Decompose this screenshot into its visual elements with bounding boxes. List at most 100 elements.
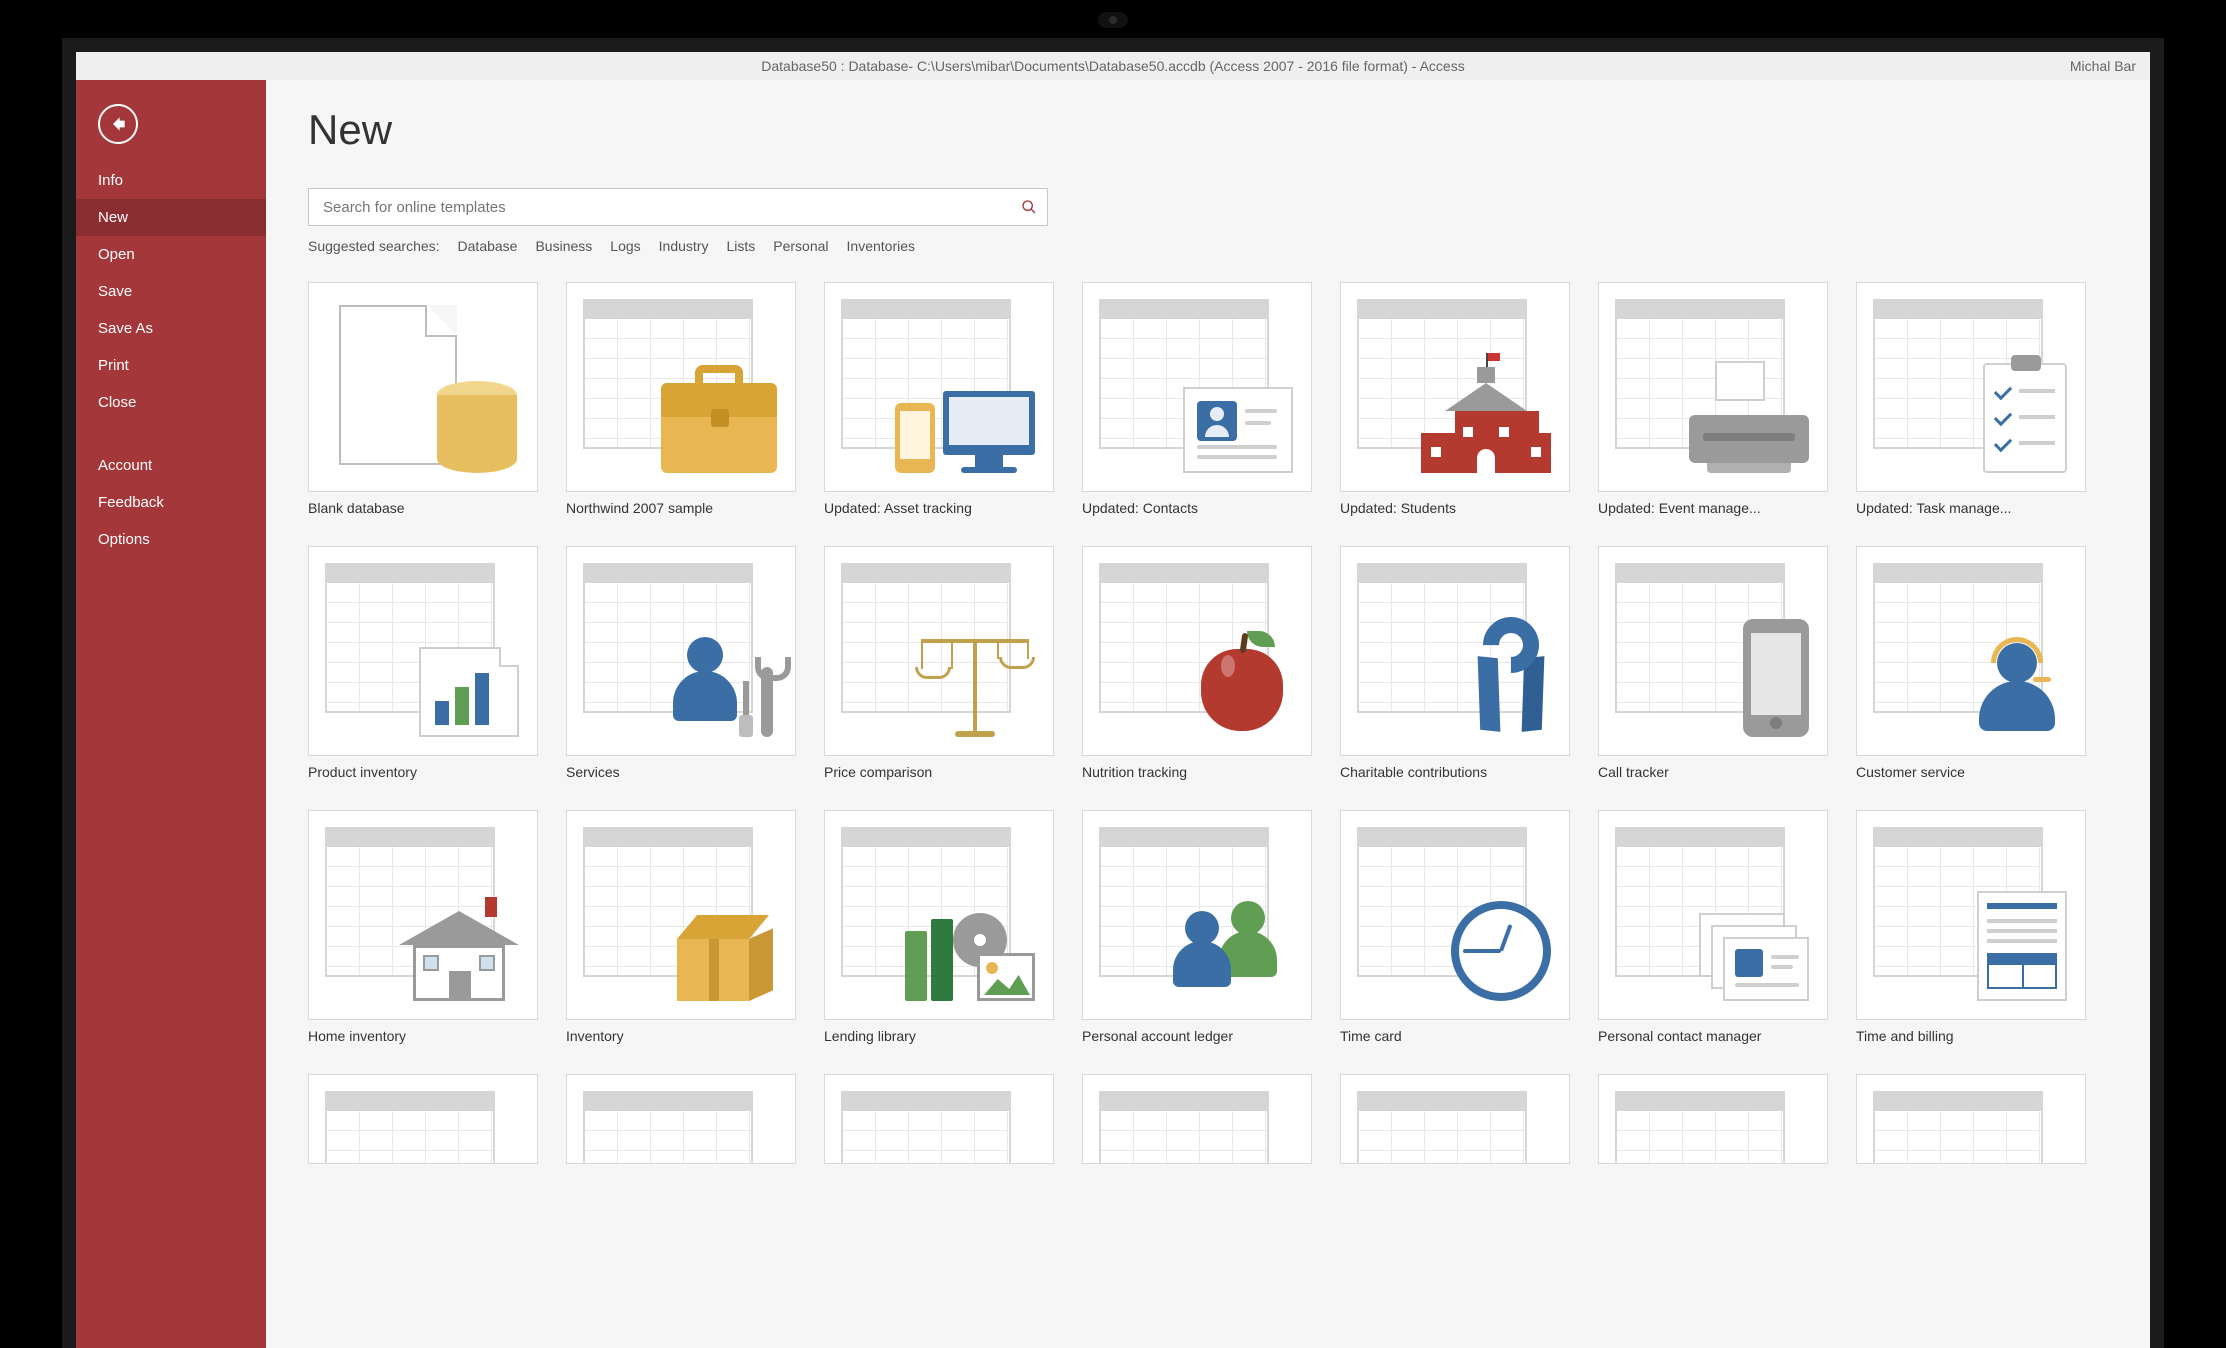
- template-label: Blank database: [308, 500, 538, 516]
- contact-card-icon: [1183, 387, 1293, 473]
- suggested-searches: Suggested searches: Database Business Lo…: [308, 238, 2108, 254]
- template-customer-service[interactable]: Customer service: [1856, 546, 2086, 780]
- suggest-database[interactable]: Database: [458, 238, 518, 254]
- awareness-ribbon-icon: [1471, 617, 1551, 737]
- box-icon: [667, 901, 777, 1001]
- app-window: Database50 : Database- C:\Users\mibar\Do…: [62, 38, 2164, 1348]
- bar-chart-icon: [419, 647, 519, 737]
- template-asset-tracking[interactable]: Updated: Asset tracking: [824, 282, 1054, 516]
- back-button[interactable]: [98, 104, 138, 144]
- template-contacts[interactable]: Updated: Contacts: [1082, 282, 1312, 516]
- template-time-card[interactable]: Time card: [1340, 810, 1570, 1044]
- template-lending-library[interactable]: Lending library: [824, 810, 1054, 1044]
- template-services[interactable]: Services: [566, 546, 796, 780]
- table-icon: [325, 1091, 495, 1164]
- template-task-management[interactable]: Updated: Task manage...: [1856, 282, 2086, 516]
- sidebar-item-save[interactable]: Save: [76, 273, 266, 310]
- page-title: New: [308, 106, 2108, 154]
- school-icon: [1421, 373, 1551, 473]
- template-nutrition-tracking[interactable]: Nutrition tracking: [1082, 546, 1312, 780]
- clock-icon: [1451, 901, 1551, 1001]
- template-partial[interactable]: [308, 1074, 538, 1164]
- sidebar-item-info[interactable]: Info: [76, 162, 266, 199]
- suggest-inventories[interactable]: Inventories: [847, 238, 915, 254]
- template-northwind[interactable]: Northwind 2007 sample: [566, 282, 796, 516]
- template-label: Updated: Event manage...: [1598, 500, 1828, 516]
- template-label: Customer service: [1856, 764, 2086, 780]
- template-label: Time and billing: [1856, 1028, 2086, 1044]
- devices-icon: [895, 363, 1035, 473]
- template-label: Updated: Task manage...: [1856, 500, 2086, 516]
- template-blank-database[interactable]: Blank database: [308, 282, 538, 516]
- template-inventory[interactable]: Inventory: [566, 810, 796, 1044]
- template-partial[interactable]: [1082, 1074, 1312, 1164]
- sidebar-item-new[interactable]: New: [76, 199, 266, 236]
- balance-scale-icon: [915, 627, 1035, 737]
- main-content: New Suggested searches: Database Busines…: [266, 80, 2150, 1348]
- template-event-management[interactable]: Updated: Event manage...: [1598, 282, 1828, 516]
- template-label: Personal contact manager: [1598, 1028, 1828, 1044]
- template-label: Charitable contributions: [1340, 764, 1570, 780]
- template-product-inventory[interactable]: Product inventory: [308, 546, 538, 780]
- template-search-button[interactable]: [1011, 189, 1047, 225]
- house-icon: [399, 901, 519, 1001]
- template-label: Home inventory: [308, 1028, 538, 1044]
- sidebar-divider: [76, 421, 266, 447]
- sidebar-item-open[interactable]: Open: [76, 236, 266, 273]
- template-partial[interactable]: [566, 1074, 796, 1164]
- template-label: Updated: Students: [1340, 500, 1570, 516]
- template-home-inventory[interactable]: Home inventory: [308, 810, 538, 1044]
- template-search[interactable]: [308, 188, 1048, 226]
- template-partial[interactable]: [1598, 1074, 1828, 1164]
- suggested-label: Suggested searches:: [308, 238, 440, 254]
- sidebar-item-save-as[interactable]: Save As: [76, 310, 266, 347]
- sidebar-item-print[interactable]: Print: [76, 347, 266, 384]
- template-students[interactable]: Updated: Students: [1340, 282, 1570, 516]
- suggest-lists[interactable]: Lists: [726, 238, 755, 254]
- window-title: Database50 : Database- C:\Users\mibar\Do…: [761, 58, 1464, 74]
- suggest-industry[interactable]: Industry: [659, 238, 709, 254]
- template-grid: Blank database Northwind 2007 sample: [308, 282, 2108, 1164]
- title-bar: Database50 : Database- C:\Users\mibar\Do…: [76, 52, 2150, 80]
- template-time-and-billing[interactable]: Time and billing: [1856, 810, 2086, 1044]
- template-label: Call tracker: [1598, 764, 1828, 780]
- template-label: Nutrition tracking: [1082, 764, 1312, 780]
- template-partial[interactable]: [1856, 1074, 2086, 1164]
- template-partial[interactable]: [1340, 1074, 1570, 1164]
- people-icon: [1173, 901, 1293, 1001]
- template-label: Northwind 2007 sample: [566, 500, 796, 516]
- table-icon: [1099, 1091, 1269, 1164]
- template-search-input[interactable]: [309, 199, 1011, 216]
- template-label: Updated: Contacts: [1082, 500, 1312, 516]
- template-charitable-contributions[interactable]: Charitable contributions: [1340, 546, 1570, 780]
- sidebar-item-account[interactable]: Account: [76, 447, 266, 484]
- template-label: Price comparison: [824, 764, 1054, 780]
- table-icon: [1357, 1091, 1527, 1164]
- template-personal-contact-manager[interactable]: Personal contact manager: [1598, 810, 1828, 1044]
- service-person-icon: [667, 637, 777, 737]
- sidebar-item-options[interactable]: Options: [76, 521, 266, 558]
- template-partial[interactable]: [824, 1074, 1054, 1164]
- search-icon: [1021, 199, 1037, 215]
- device-frame: Database50 : Database- C:\Users\mibar\Do…: [0, 0, 2226, 1348]
- table-icon: [841, 1091, 1011, 1164]
- signed-in-user: Michal Bar: [2070, 58, 2150, 74]
- suggest-personal[interactable]: Personal: [773, 238, 828, 254]
- headset-person-icon: [1967, 637, 2067, 737]
- suggest-logs[interactable]: Logs: [610, 238, 640, 254]
- template-label: Personal account ledger: [1082, 1028, 1312, 1044]
- apple-icon: [1193, 627, 1293, 737]
- template-label: Product inventory: [308, 764, 538, 780]
- sidebar-item-feedback[interactable]: Feedback: [76, 484, 266, 521]
- checklist-icon: [1983, 363, 2067, 473]
- sidebar-item-close[interactable]: Close: [76, 384, 266, 421]
- suggest-business[interactable]: Business: [535, 238, 592, 254]
- template-price-comparison[interactable]: Price comparison: [824, 546, 1054, 780]
- template-personal-account-ledger[interactable]: Personal account ledger: [1082, 810, 1312, 1044]
- template-call-tracker[interactable]: Call tracker: [1598, 546, 1828, 780]
- database-cylinder-icon: [437, 381, 517, 473]
- template-thumb: [308, 282, 538, 492]
- table-icon: [1615, 1091, 1785, 1164]
- template-label: Time card: [1340, 1028, 1570, 1044]
- printer-icon: [1689, 383, 1809, 473]
